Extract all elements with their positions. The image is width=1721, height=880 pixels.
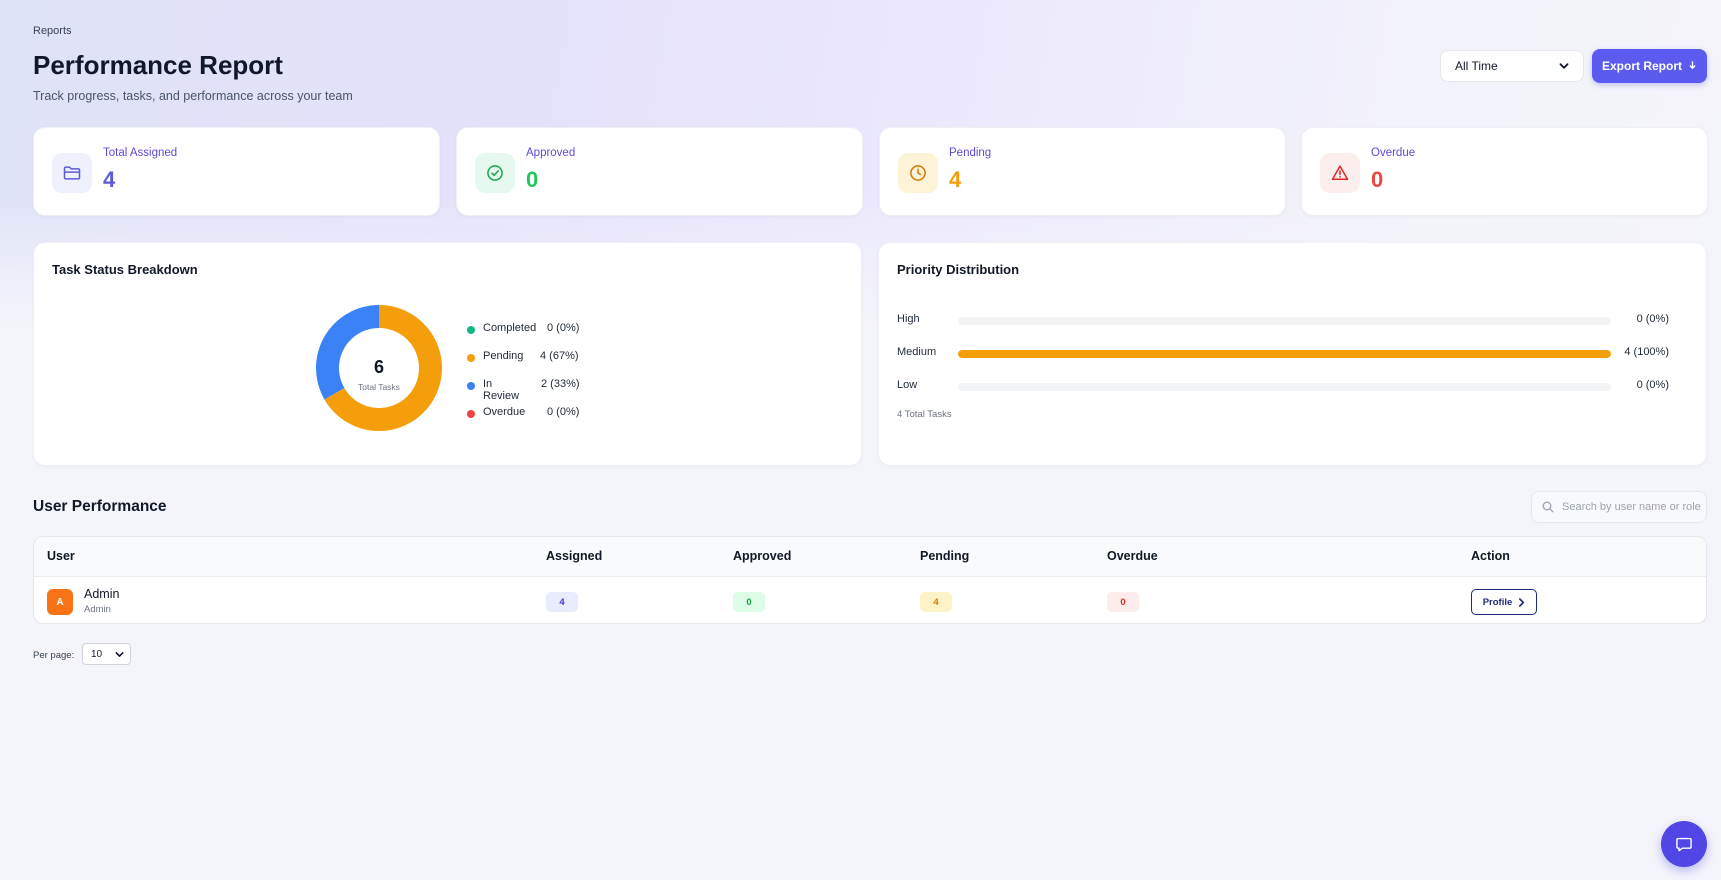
status-donut-chart: 6 Total Tasks <box>314 303 454 443</box>
search-icon <box>1542 501 1554 513</box>
chevron-down-icon <box>115 651 124 657</box>
user-role: Admin <box>84 604 111 615</box>
priority-track <box>958 350 1611 358</box>
priority-label: Medium <box>897 346 937 358</box>
page-subtitle: Track progress, tasks, and performance a… <box>33 89 353 103</box>
stat-label: Pending <box>949 147 992 159</box>
chevron-down-icon <box>1559 63 1569 69</box>
assigned-badge: 4 <box>546 592 578 612</box>
table-row: A Admin Admin 4 0 4 0 Profile <box>34 577 1706 623</box>
export-report-label: Export Report <box>1601 59 1682 73</box>
avatar: A <box>47 589 73 615</box>
priority-row-medium: Medium 4 (100%) <box>897 346 1687 362</box>
legend-dot <box>467 326 475 334</box>
stat-icon-box <box>898 153 938 193</box>
stat-icon-box <box>475 153 515 193</box>
profile-button-label: Profile <box>1482 596 1513 608</box>
breadcrumb[interactable]: Reports <box>33 25 72 37</box>
priority-value: 0 (0%) <box>1636 379 1669 391</box>
user-name: Admin <box>84 587 120 601</box>
priority-total: 4 Total Tasks <box>897 409 952 420</box>
donut-total-value: 6 <box>373 357 384 377</box>
folder-icon <box>63 166 81 180</box>
date-range-select[interactable]: All Time <box>1440 50 1584 82</box>
stat-card-approved: Approved 0 <box>456 127 863 216</box>
per-page-value: 10 <box>91 648 103 660</box>
stat-value: 4 <box>949 167 962 192</box>
legend-value: 0 (0%) <box>547 406 580 418</box>
priority-label: High <box>897 313 920 325</box>
stat-card-overdue: Overdue 0 <box>1301 127 1708 216</box>
panel-title: Priority Distribution <box>897 262 1020 277</box>
stat-label: Approved <box>526 147 576 159</box>
column-header-action: Action <box>1471 549 1510 563</box>
stat-label: Total Assigned <box>103 147 178 159</box>
stat-value: 0 <box>526 167 539 192</box>
user-search-input[interactable] <box>1562 501 1702 513</box>
stat-card-pending: Pending 4 <box>879 127 1286 216</box>
priority-value: 4 (100%) <box>1624 346 1669 358</box>
priority-label: Low <box>897 379 918 391</box>
priority-value: 0 (0%) <box>1636 313 1669 325</box>
chat-icon <box>1676 837 1692 852</box>
column-header-pending[interactable]: Pending <box>920 549 969 563</box>
legend-value: 0 (0%) <box>547 322 580 334</box>
chevron-right-icon <box>1519 597 1525 607</box>
download-icon <box>1689 61 1696 69</box>
per-page-select[interactable]: 10 <box>82 643 131 665</box>
table-header: User Assigned Approved Pending Overdue A… <box>34 537 1706 577</box>
column-header-approved[interactable]: Approved <box>733 549 791 563</box>
overdue-badge: 0 <box>1107 592 1139 612</box>
column-header-overdue[interactable]: Overdue <box>1107 549 1158 563</box>
stat-icon-box <box>52 153 92 193</box>
stat-value: 4 <box>103 167 116 192</box>
column-header-assigned[interactable]: Assigned <box>546 549 602 563</box>
task-status-panel: Task Status Breakdown 6 Total Tasks Comp… <box>33 242 862 466</box>
legend-label: Pending <box>483 350 524 362</box>
donut-total-label: Total Tasks <box>358 382 400 392</box>
stat-icon-box <box>1320 153 1360 193</box>
chat-button[interactable] <box>1661 821 1707 867</box>
legend-label: Overdue <box>483 406 526 418</box>
stat-value: 0 <box>1371 167 1384 192</box>
priority-bar-medium <box>958 350 1611 358</box>
approved-badge: 0 <box>733 592 765 612</box>
panel-title: Task Status Breakdown <box>52 262 198 277</box>
priority-row-low: Low 0 (0%) <box>897 379 1687 395</box>
priority-track <box>958 317 1611 325</box>
per-page-label: Per page: <box>33 650 75 661</box>
date-range-value: All Time <box>1455 59 1498 73</box>
user-search-box[interactable] <box>1531 491 1707 523</box>
legend-value: 2 (33%) <box>541 378 580 390</box>
legend-label: In Review <box>483 378 520 402</box>
priority-row-high: High 0 (0%) <box>897 313 1687 329</box>
clock-icon <box>910 165 926 181</box>
stat-card-total-assigned: Total Assigned 4 <box>33 127 440 216</box>
stat-label: Overdue <box>1371 147 1416 159</box>
warning-icon <box>1331 165 1349 180</box>
pending-badge: 4 <box>920 592 952 612</box>
export-report-button[interactable]: Export Report <box>1592 49 1707 83</box>
priority-panel: Priority Distribution High 0 (0%) Medium… <box>878 242 1707 466</box>
profile-button[interactable]: Profile <box>1471 589 1537 615</box>
page-title: Performance Report <box>33 50 283 80</box>
section-title: User Performance <box>33 498 167 515</box>
legend-value: 4 (67%) <box>540 350 579 362</box>
priority-track <box>958 383 1611 391</box>
user-performance-table: User Assigned Approved Pending Overdue A… <box>33 536 1707 624</box>
legend-dot <box>467 354 475 362</box>
legend-dot <box>467 382 475 390</box>
legend-dot <box>467 410 475 418</box>
legend-label: Completed <box>483 322 537 334</box>
check-circle-icon <box>487 165 503 181</box>
column-header-user[interactable]: User <box>47 549 75 563</box>
